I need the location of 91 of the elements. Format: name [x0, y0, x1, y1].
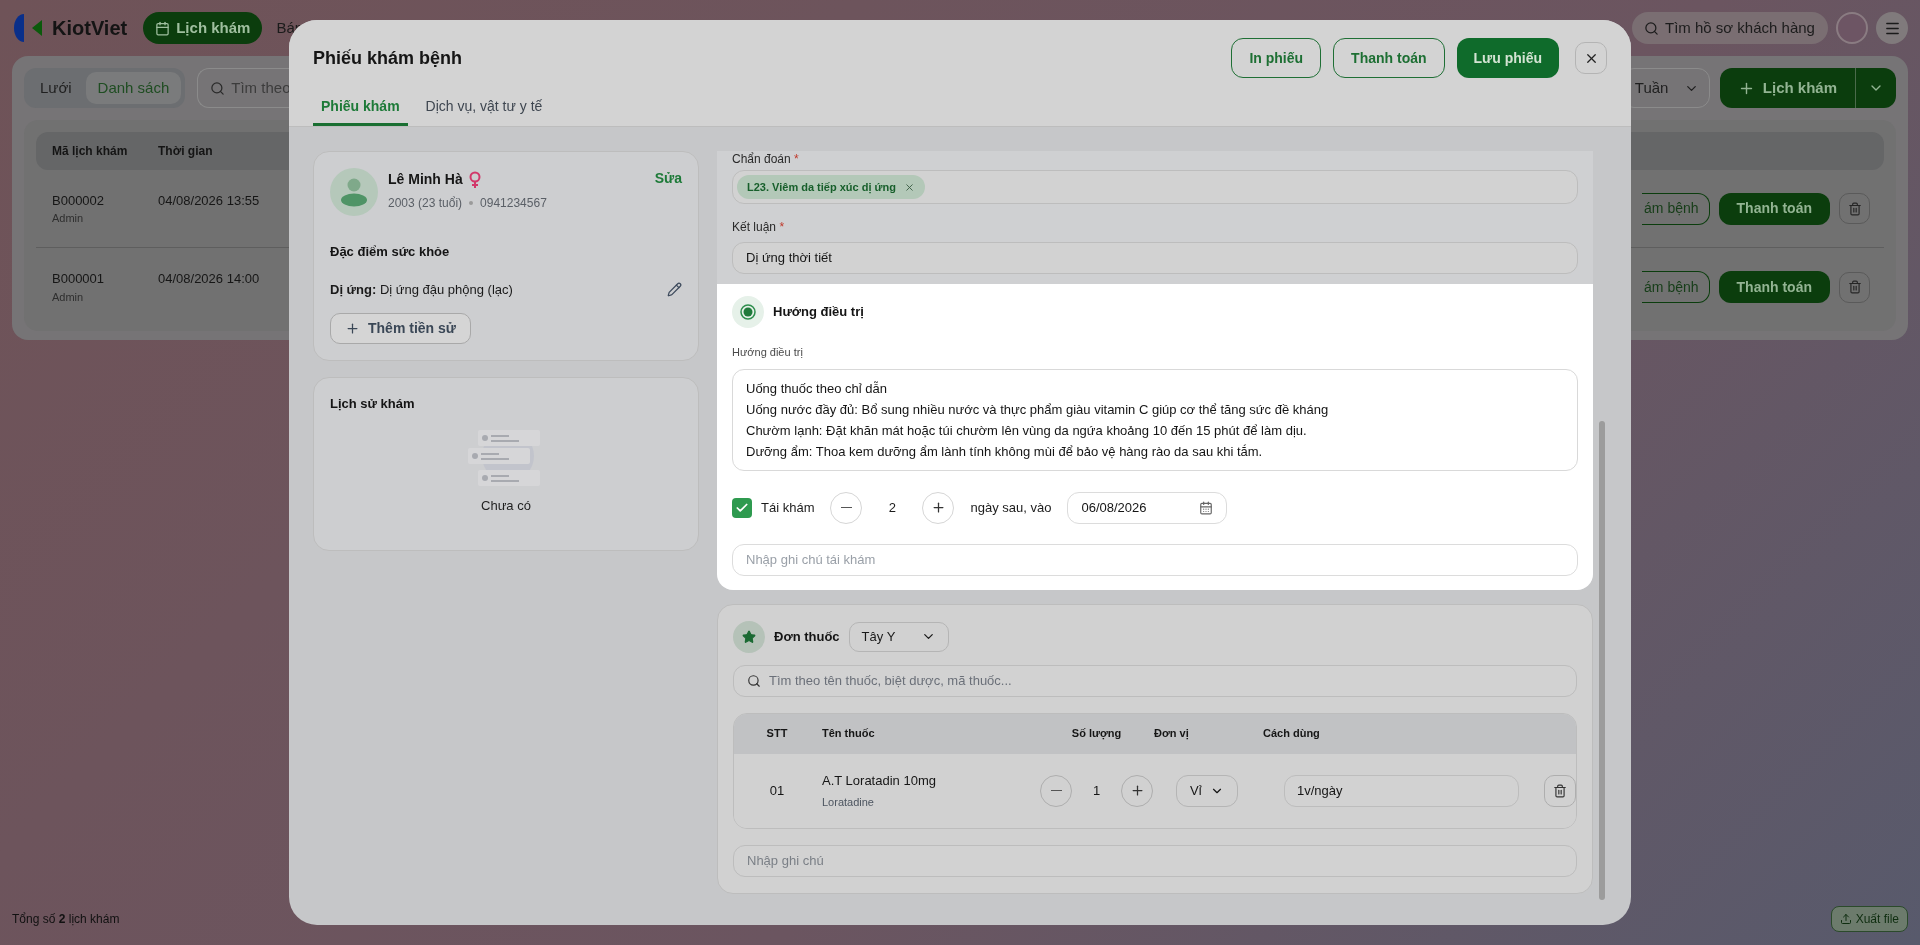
logo-icon — [12, 12, 44, 44]
dialog-title: Phiếu khám bệnh — [313, 46, 463, 70]
add-history-button[interactable]: Thêm tiền sử — [330, 313, 471, 344]
medicine-type-select[interactable]: Tây Y — [848, 621, 949, 652]
days-after-text: ngày sau, vào — [970, 498, 1052, 517]
view-tab[interactable]: Lưới — [28, 72, 84, 104]
empty-text: Chưa có — [481, 496, 531, 515]
exam-button[interactable]: ám bệnh — [1642, 271, 1710, 303]
trash-icon — [1847, 201, 1862, 216]
view-tab[interactable]: Danh sách — [85, 72, 182, 104]
table-cell-text: B000001 — [52, 270, 106, 288]
patient-name: Lê Minh Hà — [388, 170, 463, 189]
diagnosis-tag: L23. Viêm da tiếp xúc dị ứng — [737, 175, 925, 199]
prescription-note-field[interactable]: Nhập ghi chú — [733, 844, 1577, 877]
dialog-tab[interactable]: Dịch vụ, vật tư y tế — [409, 90, 559, 126]
scrollbar[interactable] — [1599, 421, 1605, 900]
dialog-action-button[interactable]: Thanh toán — [1333, 38, 1445, 78]
usage-field[interactable]: 1v/ngày — [1284, 774, 1519, 807]
days-value: 2 — [887, 498, 898, 517]
medicine-search-field[interactable]: Tìm theo tên thuốc, biệt dược, mã thuốc... — [733, 664, 1577, 697]
minus-icon — [840, 506, 852, 509]
column-header: Cách dùng — [1263, 726, 1320, 742]
diagnosis-field[interactable]: L23. Viêm da tiếp xúc dị ứng — [732, 170, 1578, 204]
table-cell-text: Admin — [52, 289, 85, 305]
field-label: Chẩn đoán * — [732, 151, 800, 167]
plus-icon — [345, 321, 360, 336]
payment-button[interactable]: Thanh toán — [1718, 192, 1830, 225]
quantity-value: 1 — [1091, 781, 1102, 800]
treatment-field[interactable]: Uống thuốc theo chỉ dẫn Uống nước đầy đủ: Bổ sung nhiều nước và thực phẩm giàu vitamin C giúp cơ thể tăng sức đề kháng Chườm lạnh: Đặt khăn mát hoặc túi chườm lên vùng da ngứa khoảng 10 đến 15 phút để làm dịu. Dưỡng ẩm: Thoa kem dưỡng ẩm lành tính không mùi để bảo vệ hàng rào da sau khi tắm. — [732, 368, 1578, 471]
remove-icon[interactable] — [903, 181, 915, 193]
generic-name: Loratadine — [822, 795, 875, 810]
edit-link[interactable]: Sửa — [654, 168, 682, 189]
allergy-text: Dị ứng: Dị ứng đậu phộng (lạc) — [330, 280, 513, 299]
plus-icon — [1129, 783, 1145, 798]
column-header: Số lượng — [1070, 726, 1123, 742]
search-icon — [1644, 20, 1659, 36]
target-icon — [732, 296, 764, 328]
medicine-name: A.T Loratadin 10mg — [822, 771, 937, 790]
birth-year: 2003 (23 tuổi) — [388, 195, 463, 212]
export-button[interactable]: Xuất file — [1830, 906, 1908, 932]
total-count: Tổng số 2 lịch khám — [12, 911, 120, 928]
dialog-tab[interactable]: Phiếu khám — [313, 90, 408, 126]
table-cell-text: B000002 — [52, 191, 106, 210]
field-label: Kết luận * — [732, 219, 786, 236]
calendar-icon — [155, 20, 171, 36]
column-header: STT — [765, 726, 789, 742]
phone-number: 0941234567 — [480, 195, 547, 212]
payment-button[interactable]: Thanh toán — [1718, 271, 1830, 303]
section-title: Lịch sử khám — [330, 395, 416, 413]
section-title: Đặc điểm sức khỏe — [330, 243, 451, 261]
female-icon — [468, 170, 481, 189]
exam-button[interactable]: ám bệnh — [1642, 192, 1710, 225]
calendar-icon — [1199, 500, 1214, 515]
minus-icon — [1050, 789, 1062, 792]
table-cell-text: 04/08/2026 14:00 — [158, 270, 260, 288]
table-cell-text: 04/08/2026 13:55 — [158, 192, 260, 210]
delete-button[interactable] — [1544, 774, 1576, 807]
dialog-action-button[interactable]: In phiếu — [1231, 38, 1322, 78]
delete-button[interactable] — [1839, 193, 1870, 224]
unit-select[interactable]: Vỉ — [1176, 774, 1238, 807]
column-header: Tên thuốc — [821, 726, 876, 742]
avatar-icon — [330, 168, 378, 216]
customer-search-field[interactable]: Tìm hồ sơ khách hàng — [1632, 12, 1828, 44]
menu-button[interactable] — [1876, 12, 1908, 44]
avatar[interactable] — [1836, 12, 1868, 44]
pencil-icon[interactable] — [667, 281, 682, 297]
search-icon — [210, 80, 226, 96]
revisit-note-field[interactable]: Nhập ghi chú tái khám — [732, 543, 1578, 576]
logo-text: KiotViet — [52, 16, 128, 41]
revisit-checkbox[interactable] — [732, 497, 752, 518]
date-field[interactable]: 06/08/2026 — [1067, 491, 1228, 524]
conclusion-field[interactable]: Dị ứng thời tiết — [732, 242, 1578, 274]
close-button[interactable] — [1575, 42, 1607, 74]
section-title: Đơn thuốc — [774, 627, 840, 646]
trash-icon — [1847, 280, 1862, 294]
field-label: Hướng điều trị — [732, 345, 804, 360]
nav-tab[interactable]: Lịch khám — [143, 12, 263, 44]
upload-icon — [1839, 913, 1852, 925]
trash-icon — [1553, 783, 1567, 798]
add-appointment-button[interactable]: Lịch khám — [1719, 68, 1855, 108]
table-cell-text: 01 — [768, 781, 786, 800]
column-header: Mã lịch khám — [52, 143, 129, 160]
delete-button[interactable] — [1839, 271, 1870, 303]
column-header: Thời gian — [158, 143, 213, 160]
dialog-action-button[interactable]: Lưu phiếu — [1456, 38, 1559, 78]
column-header: Đơn vị — [1154, 726, 1190, 742]
revisit-label: Tái khám — [761, 498, 815, 517]
section-title: Hướng điều trị — [773, 303, 864, 322]
table-cell-text: Admin — [52, 211, 85, 226]
plus-icon — [930, 500, 946, 515]
search-icon — [747, 673, 761, 688]
